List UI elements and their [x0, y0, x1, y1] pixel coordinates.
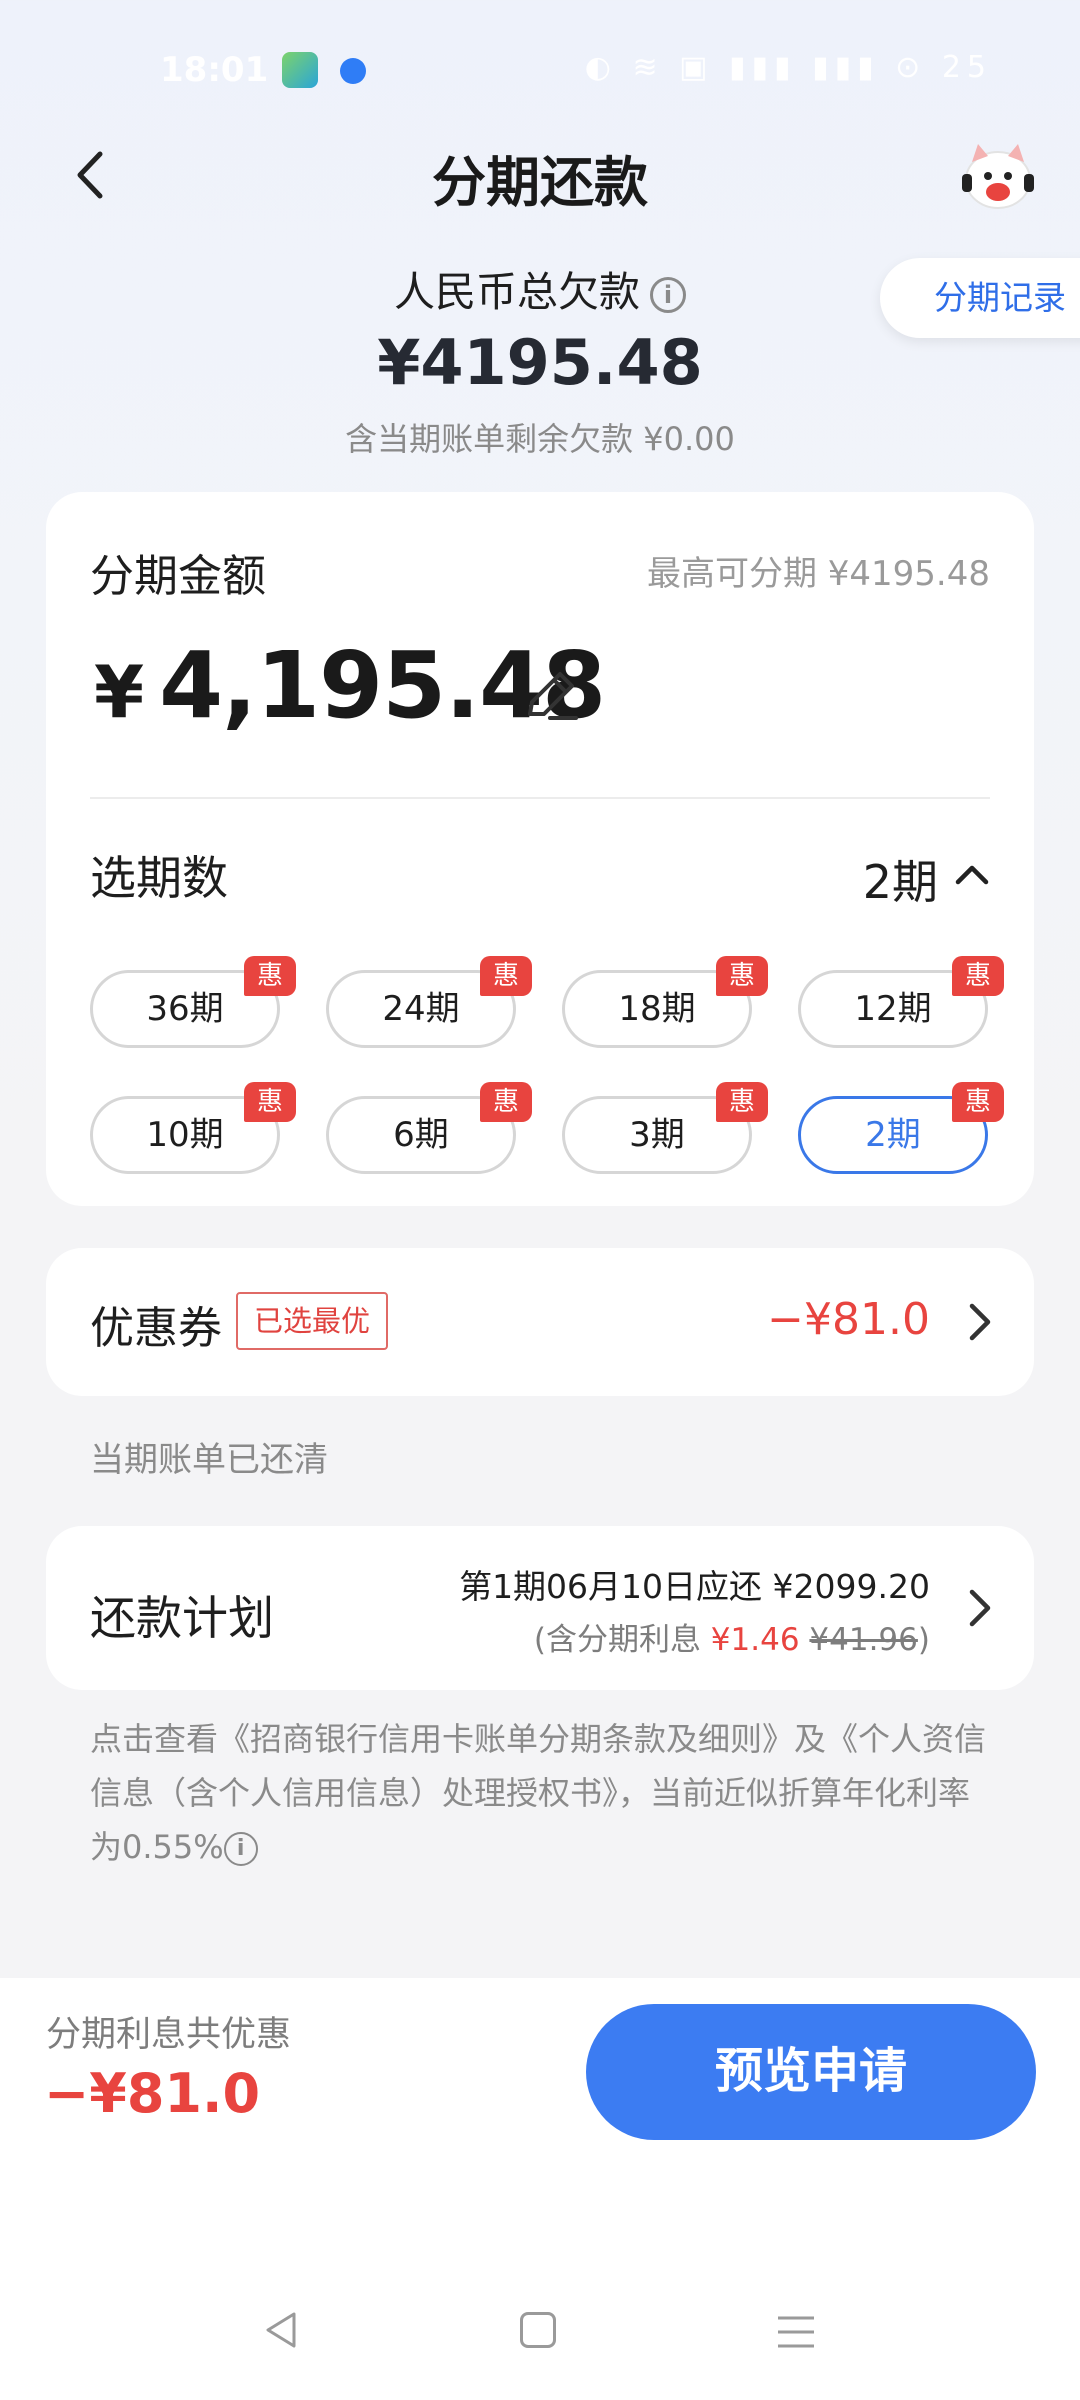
max-installment-label: 最高可分期 ¥4195.48	[646, 554, 990, 594]
bill-cleared-text: 当期账单已还清	[90, 1440, 328, 1480]
discount-badge: 惠	[480, 1082, 532, 1122]
installment-card: 分期金额 最高可分期 ¥4195.48 ¥4,195.48 选期数 2期 36期…	[46, 492, 1034, 1206]
nav-home-button[interactable]	[520, 2312, 556, 2348]
interest-prefix: (含分期利息	[533, 1622, 711, 1658]
collapse-periods-button[interactable]	[952, 854, 992, 894]
currency-symbol: ¥	[94, 650, 144, 734]
discount-badge: 惠	[244, 1082, 296, 1122]
interest-info: (含分期利息 ¥1.46 ¥41.96)	[534, 1614, 930, 1659]
system-status-icons: ◐ ≋ ▣ ▮▮▮ ▮▮▮ ⊙ 25	[584, 50, 992, 85]
pencil-icon	[528, 672, 578, 720]
discount-badge: 惠	[716, 956, 768, 996]
chevron-up-icon	[955, 865, 989, 885]
coupon-label: 优惠券	[90, 1303, 222, 1354]
customer-service-mascot-icon[interactable]	[958, 140, 1038, 212]
page-title: 分期还款	[432, 151, 648, 214]
app-notification-icon-2	[340, 58, 366, 84]
divider	[90, 797, 990, 799]
coupon-row[interactable]: 优惠券 已选最优 −¥81.0	[46, 1248, 1034, 1396]
discount-badge: 惠	[480, 956, 532, 996]
discount-badge: 惠	[952, 1082, 1004, 1122]
best-selected-tag: 已选最优	[236, 1292, 389, 1350]
info-icon[interactable]: i	[223, 1832, 258, 1866]
chevron-right-icon	[964, 1300, 994, 1344]
preview-apply-button[interactable]: 预览申请	[586, 2004, 1036, 2140]
app-notification-icon	[282, 52, 318, 88]
interest-discount-value: −¥81.0	[44, 2062, 261, 2125]
terms-text[interactable]: 点击查看《招商银行信用卡账单分期条款及细则》及《个人资信信息（含个人信用信息）处…	[90, 1712, 990, 1874]
repayment-plan-row[interactable]: 还款计划 第1期06月10日应还 ¥2099.20 (含分期利息 ¥1.46 ¥…	[46, 1526, 1034, 1690]
chevron-right-icon	[964, 1586, 994, 1630]
interest-discounted: ¥1.46	[710, 1622, 800, 1658]
menu-icon	[778, 2316, 814, 2348]
first-payment-info: 第1期06月10日应还 ¥2099.20	[459, 1567, 930, 1606]
discount-badge: 惠	[952, 956, 1004, 996]
nav-recents-button[interactable]	[776, 2312, 816, 2352]
discount-badge: 惠	[716, 1082, 768, 1122]
period-label: 选期数	[90, 851, 228, 905]
interest-suffix: )	[917, 1622, 930, 1658]
repayment-plan-label: 还款计划	[90, 1591, 274, 1645]
bottom-action-bar: 分期利息共优惠 −¥81.0 预览申请	[0, 1978, 1080, 2400]
nav-back-icon	[266, 2312, 296, 2348]
current-bill-remaining: 含当期账单剩余欠款 ¥0.00	[345, 420, 735, 458]
discount-badge: 惠	[244, 956, 296, 996]
status-time: 18:01	[160, 50, 269, 90]
interest-discount-label: 分期利息共优惠	[46, 2015, 292, 2055]
installment-record-button[interactable]: 分期记录	[880, 258, 1080, 338]
info-icon[interactable]: i	[650, 277, 686, 313]
total-debt-text: 人民币总欠款	[394, 268, 640, 316]
edit-amount-button[interactable]	[520, 664, 582, 726]
interest-original: ¥41.96	[809, 1622, 918, 1658]
installment-amount-label: 分期金额	[90, 551, 266, 602]
status-bar: 18:01 ◐ ≋ ▣ ▮▮▮ ▮▮▮ ⊙ 25	[0, 0, 1080, 140]
nav-back-button[interactable]	[260, 2308, 304, 2352]
coupon-value: −¥81.0	[767, 1294, 930, 1345]
selected-period-value[interactable]: 2期	[863, 846, 938, 912]
